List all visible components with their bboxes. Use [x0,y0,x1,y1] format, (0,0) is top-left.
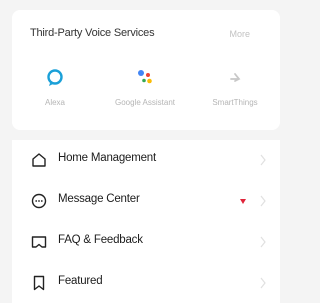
service-label: SmartThings [212,98,258,107]
chevron-right-icon [260,195,266,207]
menu-item-label: Home Management [58,152,156,164]
menu-item-label: Featured [58,275,103,287]
service-google-assistant[interactable]: Google Assistant [102,66,188,107]
faq-icon [31,236,47,248]
message-icon [31,193,47,209]
menu-list: Home Management Message Center FAQ & Fee… [12,140,280,303]
service-label: Google Assistant [114,98,176,107]
menu-item-label: FAQ & Feedback [58,234,143,246]
menu-item-message-center[interactable]: Message Center [12,181,280,221]
chevron-right-icon [260,277,266,289]
bookmark-icon [33,275,45,291]
menu-item-faq-feedback[interactable]: FAQ & Feedback [12,222,280,262]
chevron-right-icon [260,236,266,248]
google-assistant-icon [138,70,152,84]
more-link[interactable]: More [229,29,250,39]
service-alexa[interactable]: Alexa [12,66,98,107]
menu-item-home-management[interactable]: Home Management [12,140,280,180]
menu-item-featured[interactable]: Featured [12,263,280,303]
chevron-right-icon [260,154,266,166]
smartthings-icon [230,73,241,82]
home-icon [32,153,46,167]
service-smartthings[interactable]: SmartThings [192,66,278,107]
voice-services-card: Third-Party Voice Services More Alexa Go… [12,10,280,130]
voice-services-title: Third-Party Voice Services [30,27,155,39]
alexa-icon [47,69,63,86]
menu-item-label: Message Center [58,193,140,205]
unread-indicator [240,199,246,204]
service-label: Alexa [44,98,65,107]
